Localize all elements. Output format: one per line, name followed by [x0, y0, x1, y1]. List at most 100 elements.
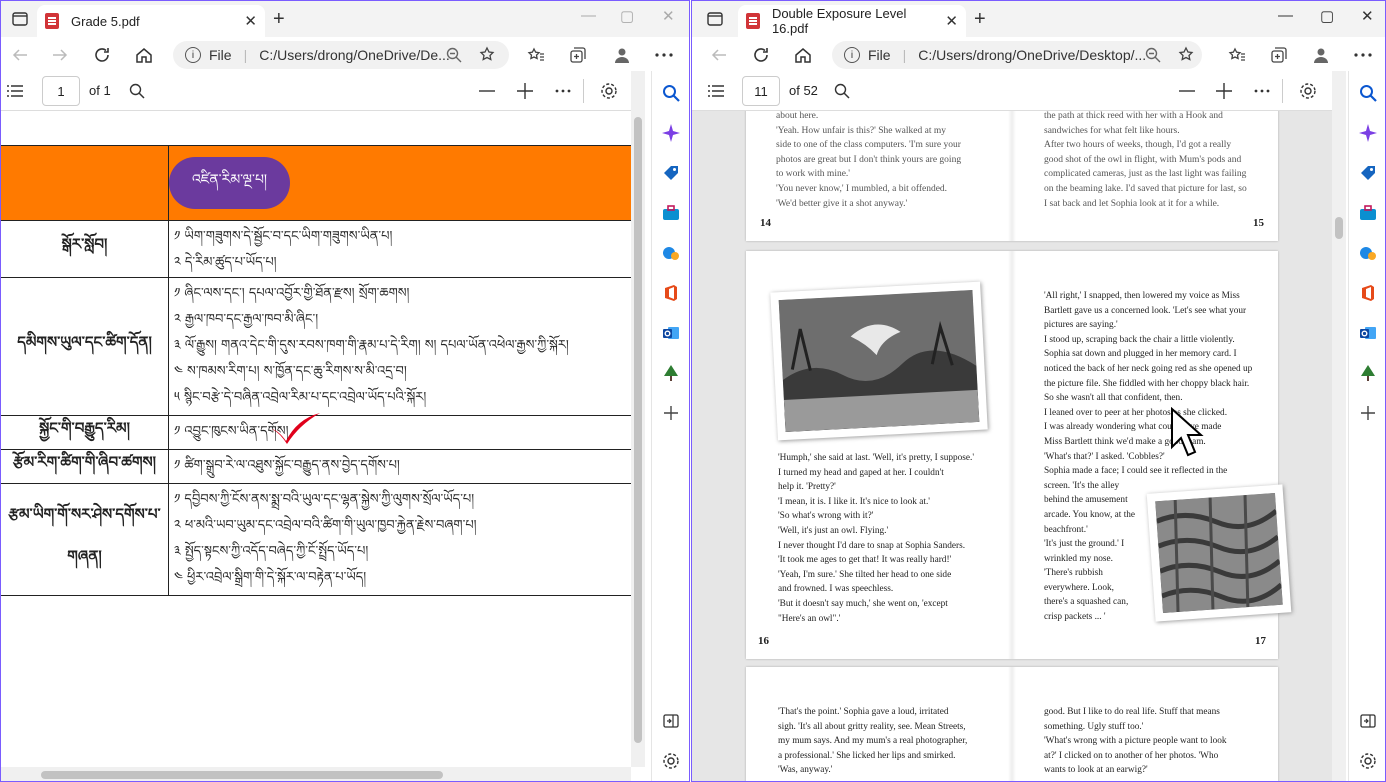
pdf-toolbar: 1 of 1: [1, 71, 631, 111]
games-icon[interactable]: [1358, 243, 1378, 263]
toolbox-icon[interactable]: [661, 203, 681, 223]
add-favorite-icon[interactable]: [477, 44, 499, 66]
scroll-thumb[interactable]: [634, 117, 642, 743]
pdf-document-view[interactable]: about here. 'Yeah. How unfair is this?' …: [692, 111, 1332, 781]
zoom-in-icon[interactable]: [1214, 81, 1234, 101]
find-icon[interactable]: [127, 81, 147, 101]
copilot-icon[interactable]: [661, 123, 681, 143]
pdf-document-view[interactable]: འཛིན་རིམ་ལྔ་པ། སྒོར་སློབ། ༡ ཡིག་གཟུགས་དེ…: [1, 111, 631, 769]
close-window-icon[interactable]: ✕: [662, 7, 675, 25]
profile-icon[interactable]: [1310, 44, 1332, 66]
tree-icon[interactable]: [661, 363, 681, 383]
page-number-input[interactable]: 11: [742, 76, 780, 106]
favorites-icon[interactable]: [1226, 44, 1248, 66]
refresh-icon[interactable]: [750, 44, 772, 66]
row-line: ༥ སྙིང་བརྩེ་དེ་བཞིན་འབྲེལ་རིམ་པ་དང་འབྲེལ…: [174, 390, 427, 405]
vertical-scrollbar[interactable]: [1332, 71, 1346, 781]
vertical-scrollbar[interactable]: [631, 71, 645, 767]
add-favorite-icon[interactable]: [1176, 44, 1198, 66]
games-icon[interactable]: [661, 243, 681, 263]
home-icon[interactable]: [133, 44, 155, 66]
page-16-text: 'Humph,' she said at last. 'Well, it's p…: [778, 453, 975, 624]
page-number: 14: [760, 217, 771, 229]
tab-actions-icon[interactable]: [9, 9, 31, 29]
copilot-icon[interactable]: [1358, 123, 1378, 143]
scroll-thumb[interactable]: [1335, 217, 1343, 239]
back-icon[interactable]: [708, 44, 730, 66]
address-bar-row: i File | C:/Users/drong/OneDrive/Desktop…: [692, 37, 1385, 71]
close-tab-icon[interactable]: ✕: [945, 12, 958, 30]
checkmark-icon: [272, 413, 320, 444]
tab-grade5[interactable]: Grade 5.pdf ✕: [37, 5, 265, 37]
office-icon[interactable]: [661, 283, 681, 303]
sidebar-settings-icon[interactable]: [1358, 751, 1378, 771]
owl-image: [778, 290, 980, 432]
grade-pill: འཛིན་རིམ་ལྔ་པ།: [169, 157, 290, 209]
back-icon[interactable]: [9, 44, 31, 66]
page-number: 16: [758, 635, 769, 647]
zoom-out-icon[interactable]: [477, 81, 497, 101]
close-tab-icon[interactable]: ✕: [244, 12, 257, 30]
more-options-icon[interactable]: [1352, 44, 1374, 66]
h-scroll-thumb[interactable]: [41, 771, 443, 779]
maximize-icon[interactable]: ▢: [1320, 7, 1334, 25]
page-18-text: 'That's the point.' Sophia gave a loud, …: [778, 707, 968, 776]
refresh-icon[interactable]: [91, 44, 113, 66]
sidebar-toggle-icon[interactable]: [1358, 711, 1378, 731]
home-icon[interactable]: [792, 44, 814, 66]
close-window-icon[interactable]: ✕: [1361, 7, 1374, 25]
add-icon[interactable]: [1358, 403, 1378, 423]
tab-actions-icon[interactable]: [704, 9, 726, 29]
zoom-icon[interactable]: [443, 44, 465, 66]
row-line: ༡ ཞིང་ལས་དང་། དཔལ་འབྱོར་གྱི་ཐོན་རྫས། སྲོ…: [174, 286, 410, 301]
search-icon[interactable]: [661, 83, 681, 103]
maximize-icon[interactable]: ▢: [620, 7, 634, 25]
row-line: ༣ སྤྱོད་སྟངས་ཀྱི་འདོད་བཞེད་ཀྱི་ངོ་སྤྲོད་…: [174, 544, 369, 559]
more-options-icon[interactable]: [653, 44, 675, 66]
horizontal-scrollbar[interactable]: [1, 767, 631, 781]
zoom-icon[interactable]: [1142, 44, 1164, 66]
new-tab-icon[interactable]: +: [974, 9, 986, 29]
search-icon[interactable]: [1358, 83, 1378, 103]
minimize-icon[interactable]: —: [581, 7, 596, 24]
pdf-settings-icon[interactable]: [599, 81, 619, 101]
pdf-settings-icon[interactable]: [1298, 81, 1318, 101]
table-row: རྩམ་ཡིག་གོ་སར་ཤེས་དགོས་པ་གཞན། ༡ དབྱིབས་ཀ…: [1, 484, 631, 596]
info-icon[interactable]: i: [185, 47, 201, 63]
find-icon[interactable]: [832, 81, 852, 101]
minimize-icon[interactable]: —: [1278, 7, 1293, 24]
page-spread-14-15: about here. 'Yeah. How unfair is this?' …: [746, 111, 1278, 241]
new-tab-icon[interactable]: +: [273, 9, 285, 29]
collections-icon[interactable]: [1268, 44, 1290, 66]
favorites-icon[interactable]: [525, 44, 547, 66]
address-bar-row: i File | C:/Users/drong/OneDrive/De...: [1, 37, 689, 71]
add-icon[interactable]: [661, 403, 681, 423]
pdf-more-icon[interactable]: [553, 81, 573, 101]
outlook-icon[interactable]: [1358, 323, 1378, 343]
row-line: ༢ དེ་རིམ་ཚུད་པ་ཡོད་པ།: [174, 255, 277, 270]
sidebar-toggle-icon[interactable]: [661, 711, 681, 731]
office-icon[interactable]: [1358, 283, 1378, 303]
page-number-input[interactable]: 1: [42, 76, 80, 106]
outlook-icon[interactable]: [661, 323, 681, 343]
tree-icon[interactable]: [1358, 363, 1378, 383]
zoom-out-icon[interactable]: [1177, 81, 1197, 101]
page-count: of 52: [789, 83, 818, 98]
tag-icon[interactable]: [1358, 163, 1378, 183]
tab-double-exposure[interactable]: Double Exposure Level 16.pdf ✕: [738, 5, 966, 37]
cobbles-photo: [1146, 484, 1292, 622]
edge-sidebar: [1348, 71, 1385, 781]
zoom-in-icon[interactable]: [515, 81, 535, 101]
info-icon[interactable]: i: [844, 47, 860, 63]
address-label: File: [868, 47, 891, 63]
contents-icon[interactable]: [706, 81, 726, 101]
toolbox-icon[interactable]: [1358, 203, 1378, 223]
collections-icon[interactable]: [567, 44, 589, 66]
forward-icon[interactable]: [49, 44, 71, 66]
tag-icon[interactable]: [661, 163, 681, 183]
sidebar-settings-icon[interactable]: [661, 751, 681, 771]
contents-icon[interactable]: [5, 81, 25, 101]
profile-icon[interactable]: [611, 44, 633, 66]
pdf-more-icon[interactable]: [1252, 81, 1272, 101]
pdf-toolbar: 11 of 52: [692, 71, 1332, 111]
